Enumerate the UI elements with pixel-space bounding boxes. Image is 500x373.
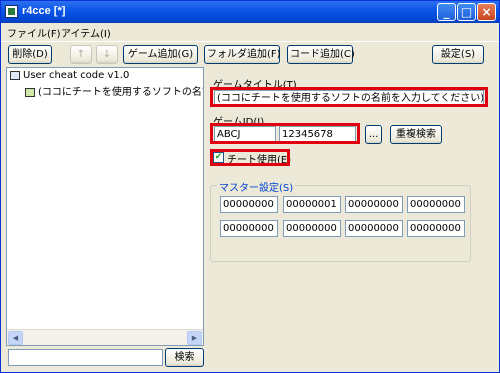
toolbar: 削除(D) ↑ ↓ ゲーム追加(G) フォルダ追加(F) コード追加(C) 設定… [1,41,499,66]
window-title: r4cce [*] [22,5,66,17]
settings-button[interactable]: 設定(S) [432,45,484,64]
horizontal-scrollbar[interactable]: ◀ ▶ [7,329,203,345]
add-folder-button[interactable]: フォルダ追加(F) [204,45,281,64]
tree-root[interactable]: User cheat code v1.0 [10,70,129,81]
menu-bar: ファイル(F) アイテム(I) [1,23,499,40]
move-down-button[interactable]: ↓ [96,45,118,64]
scroll-right-icon[interactable]: ▶ [187,331,202,345]
game-title-highlight [210,87,488,107]
master-code-field[interactable]: 00000001 [283,196,341,213]
scroll-left-icon[interactable]: ◀ [8,331,23,345]
add-game-button[interactable]: ゲーム追加(G) [123,45,198,64]
app-window: r4cce [*] _ □ × ファイル(F) アイテム(I) 削除(D) ↑ … [0,0,500,373]
browse-button[interactable]: ... [365,125,382,144]
minimize-button[interactable]: _ [437,3,456,21]
close-button[interactable]: × [477,3,496,21]
app-icon [5,5,18,18]
menu-file[interactable]: ファイル(F) [7,25,61,40]
delete-button[interactable]: 削除(D) [8,45,52,64]
master-code-field[interactable]: 00000000 [407,220,465,237]
master-code-field[interactable]: 00000000 [345,220,403,237]
tree-root-label: User cheat code v1.0 [23,70,130,81]
maximize-button[interactable]: □ [457,3,476,21]
cheat-tree[interactable]: User cheat code v1.0 (ココにチートを使用するソフトの名前を… [6,67,204,346]
search-button[interactable]: 検索 [165,348,204,367]
master-code-field[interactable]: 00000000 [283,220,341,237]
master-settings-label: マスター設定(S) [217,179,296,194]
database-icon [10,70,20,80]
move-up-button[interactable]: ↑ [70,45,92,64]
master-code-field[interactable]: 00000000 [220,220,278,237]
cheat-enable-highlight [210,149,290,166]
master-code-field[interactable]: 00000000 [407,196,465,213]
game-icon [25,87,35,97]
tree-game-label: (ココにチートを使用するソフトの名前を [38,87,204,98]
tree-game-item[interactable]: (ココにチートを使用するソフトの名前を [25,83,204,98]
menu-item[interactable]: アイテム(I) [61,25,111,40]
master-code-field[interactable]: 00000000 [220,196,278,213]
search-input[interactable] [8,349,163,366]
duplicate-search-button[interactable]: 重複検索 [390,125,442,144]
add-code-button[interactable]: コード追加(C) [287,45,355,64]
master-code-field[interactable]: 00000000 [345,196,403,213]
title-bar[interactable]: r4cce [*] _ □ × [1,1,499,23]
game-id-highlight [210,123,360,144]
